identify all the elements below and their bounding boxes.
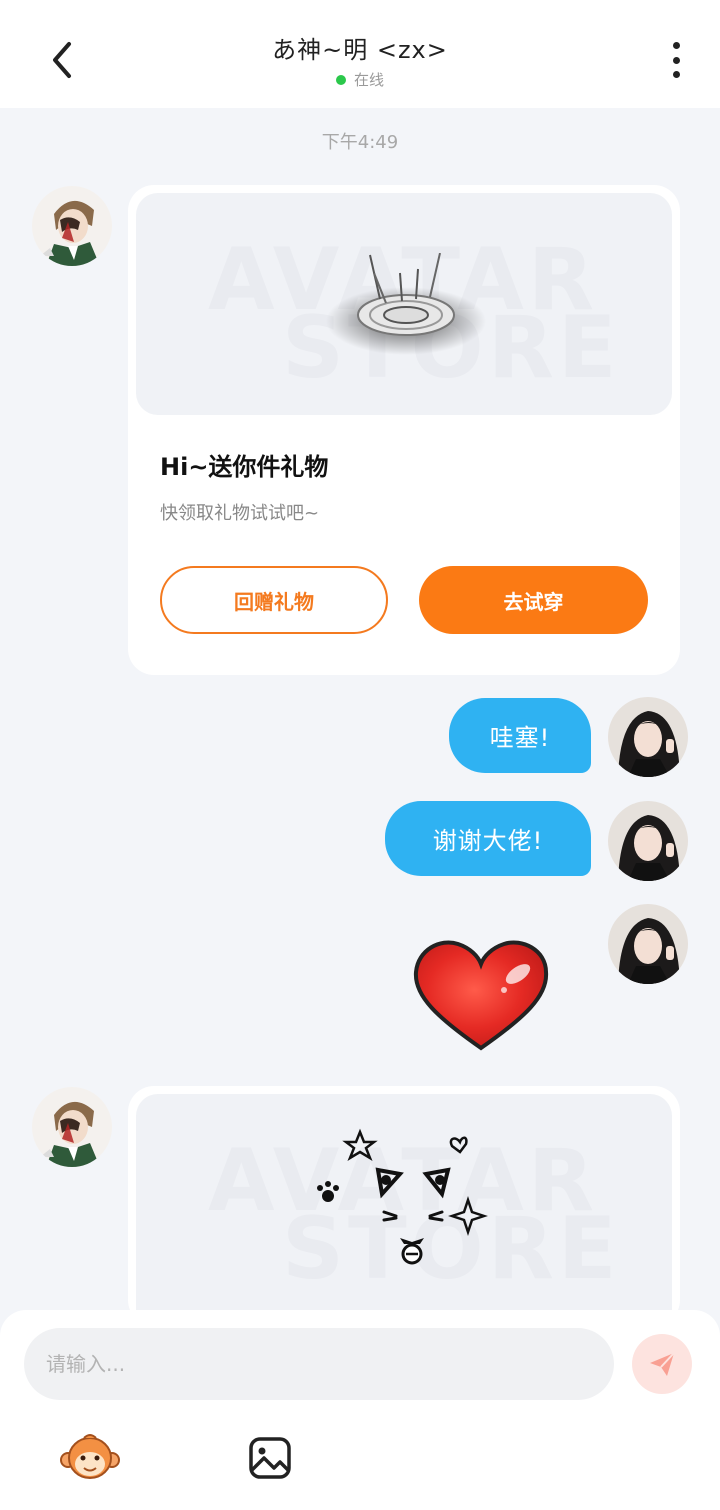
online-status: 在线 — [160, 69, 560, 90]
more-dot-icon — [672, 56, 680, 64]
my-message-bubble[interactable]: 哇塞! — [449, 698, 591, 773]
profile-photo-image — [608, 697, 688, 777]
my-message-bubble[interactable]: 谢谢大佬! — [385, 801, 591, 876]
profile-photo-image — [608, 904, 688, 984]
chat-header: あ神~明 <zx> 在线 — [0, 0, 720, 108]
sender-avatar[interactable] — [32, 186, 112, 266]
more-dot-icon — [672, 42, 680, 49]
back-button[interactable] — [40, 38, 84, 82]
image-button[interactable] — [246, 1434, 294, 1482]
profile-photo-image — [608, 801, 688, 881]
monkey-face-icon — [60, 1434, 120, 1479]
composer-bar — [0, 1310, 720, 1510]
anime-avatar-image — [32, 1087, 112, 1167]
my-avatar[interactable] — [608, 904, 688, 984]
gift-item-image — [326, 253, 486, 355]
cat-face-sticker-image — [317, 1128, 488, 1265]
send-button[interactable] — [632, 1334, 692, 1394]
gift-card[interactable]: AVATAR STORE Hi~送你件礼物 快领取礼物试试吧~ 回赠礼物 去试穿 — [128, 185, 680, 675]
anime-avatar-image — [32, 186, 112, 266]
heart-sticker-icon[interactable] — [408, 936, 554, 1056]
image-icon — [249, 1437, 291, 1479]
message-timestamp: 下午4:49 — [321, 132, 399, 153]
online-dot-icon — [335, 74, 346, 85]
gift-preview: AVATAR STORE — [136, 193, 672, 415]
chevron-left-icon — [53, 42, 71, 78]
paper-plane-icon — [650, 1352, 675, 1376]
gift-card[interactable]: AVATAR STORE — [128, 1086, 680, 1326]
more-options-button[interactable] — [662, 40, 690, 80]
more-dot-icon — [672, 71, 680, 78]
gift-card-title: Hi~送你件礼物 — [160, 453, 329, 481]
online-status-label: 在线 — [353, 71, 384, 89]
message-input[interactable] — [24, 1328, 614, 1400]
my-avatar[interactable] — [608, 801, 688, 881]
emoji-button[interactable] — [60, 1432, 120, 1482]
try-on-button[interactable]: 去试穿 — [419, 566, 648, 634]
sender-avatar[interactable] — [32, 1087, 112, 1167]
contact-name: あ神~明 <zx> — [272, 36, 448, 64]
gift-preview: AVATAR STORE — [136, 1094, 672, 1326]
gift-card-subtitle: 快领取礼物试试吧~ — [160, 503, 320, 524]
return-gift-button[interactable]: 回赠礼物 — [160, 566, 388, 634]
my-avatar[interactable] — [608, 697, 688, 777]
contact-info[interactable]: あ神~明 <zx> 在线 — [160, 30, 560, 90]
